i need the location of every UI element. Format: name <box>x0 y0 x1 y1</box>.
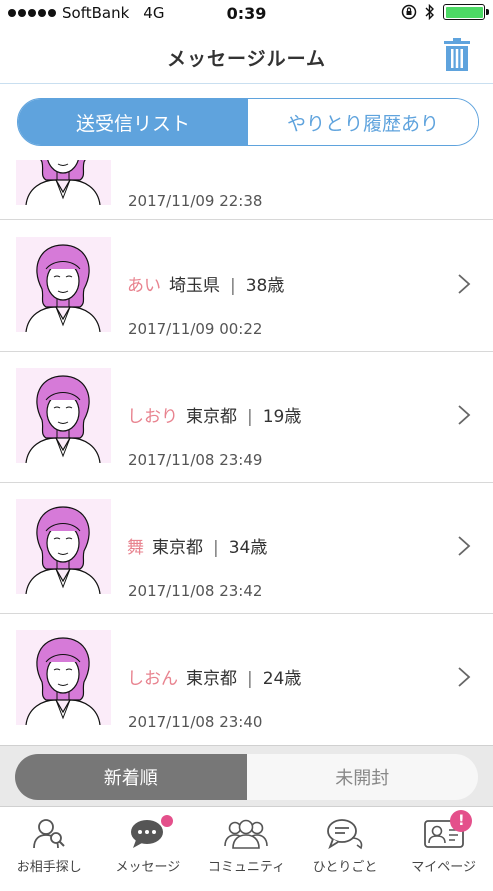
message-date: 2017/11/09 22:38 <box>128 192 263 210</box>
user-age: 34歳 <box>228 538 268 558</box>
separator: | <box>230 276 236 296</box>
user-name: しおり <box>127 407 178 427</box>
separator: | <box>247 407 253 427</box>
user-name: しおん <box>127 669 178 689</box>
message-date: 2017/11/08 23:49 <box>128 451 263 469</box>
tab-label: マイページ <box>411 860 477 875</box>
list-filter-tabs: 送受信リスト やりとり履歴あり <box>17 98 479 146</box>
user-age: 19歳 <box>262 407 302 427</box>
user-name: 舞 <box>127 538 144 558</box>
chevron-right-icon <box>458 405 471 425</box>
avatar <box>16 368 111 463</box>
list-item[interactable]: あい 埼玉県 | 38歳 2017/11/09 00:22 <box>0 221 493 352</box>
chevron-right-icon <box>458 667 471 687</box>
list-item[interactable]: しおり 東京都 | 19歳 2017/11/08 23:49 <box>0 352 493 483</box>
unread-dot <box>160 815 173 827</box>
tab-label: コミュニティ <box>207 860 286 875</box>
user-prefecture: 埼玉県 <box>169 276 220 296</box>
message-date: 2017/11/09 00:22 <box>128 320 263 338</box>
search-person-icon <box>33 819 66 849</box>
tab-exchange-history[interactable]: やりとり履歴あり <box>248 99 478 145</box>
profile-summary: 舞東京都 | 34歳 <box>127 533 267 558</box>
profile-summary: あい 埼玉県 | 38歳 <box>127 271 284 296</box>
user-age: 38歳 <box>245 276 285 296</box>
community-icon <box>224 819 269 849</box>
chevron-right-icon <box>458 274 471 294</box>
user-prefecture: 東京都 <box>152 538 203 558</box>
user-age: 24歳 <box>262 669 302 689</box>
tab-messages[interactable]: メッセージ <box>99 808 198 891</box>
separator: | <box>213 538 219 558</box>
avatar <box>16 630 111 725</box>
tab-monologue[interactable]: ひとりごと <box>296 808 395 891</box>
bottom-tab-bar: お相手探し メッセージ コミュニティ ひとりごと ! マイページ <box>0 808 493 891</box>
sort-tabs: 新着順 未開封 <box>15 754 478 800</box>
trash-icon[interactable] <box>443 38 471 72</box>
list-item[interactable]: 2017/11/09 22:38 <box>0 160 493 220</box>
sort-bar: 新着順 未開封 <box>0 745 493 807</box>
tab-my-page[interactable]: ! マイページ <box>394 808 493 891</box>
tab-sent-received-list[interactable]: 送受信リスト <box>18 99 248 145</box>
avatar <box>16 237 111 332</box>
tab-unopened[interactable]: 未開封 <box>246 754 478 800</box>
list-item[interactable]: しおん 東京都 | 24歳 2017/11/08 23:40 <box>0 614 493 744</box>
orientation-lock-icon <box>401 4 417 20</box>
notification-badge: ! <box>450 810 473 832</box>
tab-community[interactable]: コミュニティ <box>197 808 296 891</box>
message-date: 2017/11/08 23:40 <box>128 713 263 731</box>
profile-summary: しおん 東京都 | 24歳 <box>127 664 301 689</box>
battery-icon <box>443 4 489 20</box>
chevron-right-icon <box>458 536 471 556</box>
tab-label: メッセージ <box>115 860 181 875</box>
tab-label: ひとりごと <box>312 860 378 875</box>
profile-summary: しおり 東京都 | 19歳 <box>127 402 301 427</box>
nav-header: メッセージルーム <box>0 28 493 84</box>
tab-partner-search[interactable]: お相手探し <box>0 808 99 891</box>
monologue-icon <box>327 819 363 850</box>
user-prefecture: 東京都 <box>186 407 237 427</box>
message-date: 2017/11/08 23:42 <box>128 582 263 600</box>
bluetooth-icon <box>425 4 434 20</box>
tab-newest[interactable]: 新着順 <box>15 754 247 800</box>
page-title: メッセージルーム <box>166 48 327 70</box>
status-bar: SoftBank 4G 0:39 <box>0 0 493 28</box>
separator: | <box>247 669 253 689</box>
message-list: 2017/11/09 22:38 あい 埼玉県 | 38歳 2017/11/09 00… <box>0 160 493 744</box>
avatar <box>16 499 111 594</box>
user-name: あい <box>127 276 161 296</box>
tab-label: お相手探し <box>16 860 82 875</box>
list-item[interactable]: 舞東京都 | 34歳 2017/11/08 23:42 <box>0 483 493 614</box>
message-room-screen: SoftBank 4G 0:39 メッセージルーム 送受信リスト やりとり履歴あ… <box>0 0 493 891</box>
avatar <box>16 160 111 205</box>
user-prefecture: 東京都 <box>186 669 237 689</box>
